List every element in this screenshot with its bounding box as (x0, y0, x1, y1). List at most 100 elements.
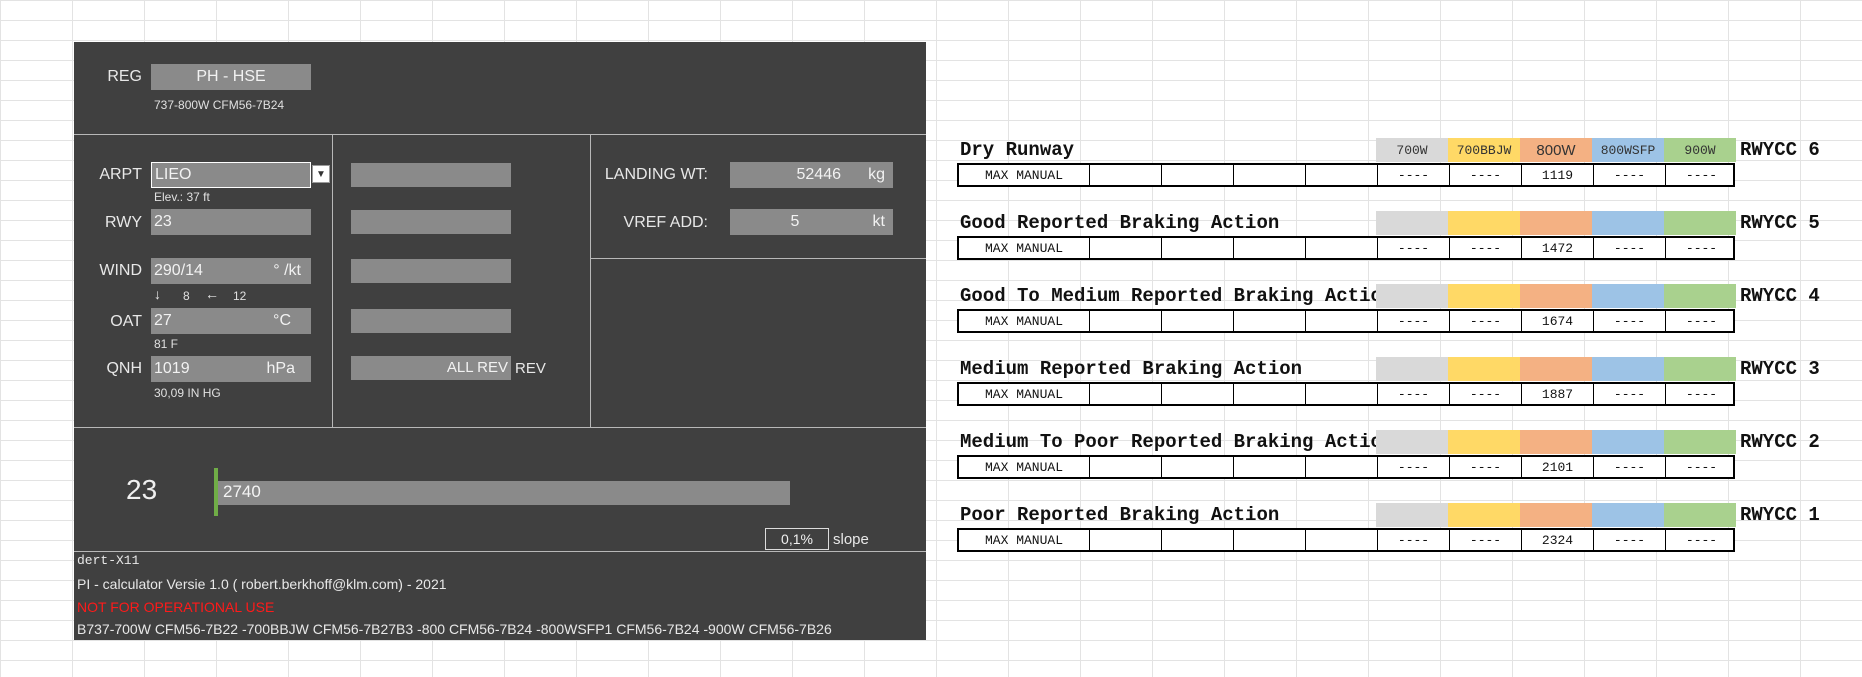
landing-distance-value: ---- (1449, 238, 1521, 258)
qnh-label: QNH (106, 360, 142, 377)
landing-weight-input[interactable]: 52446 kg (730, 162, 893, 188)
landing-distance-value: ---- (1449, 530, 1521, 550)
variant-color-swatch (1376, 211, 1448, 235)
divider (74, 427, 926, 428)
variant-color-swatch (1448, 503, 1520, 527)
condition-title: Dry Runway (960, 139, 1075, 161)
rwycc-code: RWYCC 1 (1740, 504, 1820, 526)
arpt-value: LIEO (155, 166, 192, 183)
empty-cell (1089, 457, 1161, 477)
empty-cell (1161, 457, 1233, 477)
table-row: MAX MANUAL ---- ---- 2324 ---- ---- (957, 528, 1735, 552)
variant-color-swatch (1376, 357, 1448, 381)
empty-cell (1233, 530, 1305, 550)
reg-value: PH - HSE (196, 68, 266, 85)
empty-cell (1305, 384, 1377, 404)
blank-field[interactable] (351, 210, 511, 234)
wind-value: 290/14 (154, 262, 203, 279)
slope-value: 0,1% (781, 531, 813, 547)
landing-distance-value: 1887 (1521, 384, 1593, 404)
rwy-input[interactable]: 23 (151, 209, 311, 235)
crosswind-arrow-icon: ← (205, 286, 219, 302)
empty-cell (1305, 238, 1377, 258)
blank-field[interactable] (351, 163, 511, 187)
empty-cell (1233, 457, 1305, 477)
variant-color-swatch (1592, 430, 1664, 454)
landing-distance-value: 2101 (1521, 457, 1593, 477)
variant-color-swatch (1520, 211, 1592, 235)
arpt-input[interactable]: LIEO (151, 162, 311, 188)
empty-cell (1233, 384, 1305, 404)
condition-title: Poor Reported Braking Action (960, 504, 1280, 526)
variant-color-swatch (1520, 503, 1592, 527)
rwycc-code: RWYCC 2 (1740, 431, 1820, 453)
variant-header: 700W (1396, 143, 1428, 158)
rwycc-code: RWYCC 6 (1740, 139, 1820, 161)
variant-color-swatch (1520, 284, 1592, 308)
blank-field[interactable] (351, 309, 511, 333)
landing-distance-value: ---- (1449, 457, 1521, 477)
landing-distance-value: ---- (1449, 311, 1521, 331)
wind-label: WIND (99, 262, 142, 279)
condition-title: Good Reported Braking Action (960, 212, 1280, 234)
headwind-arrow-icon: ↓ (154, 286, 161, 302)
vref-add-input[interactable]: 5 kt (730, 209, 893, 235)
qnh-input[interactable]: 1019 hPa (151, 356, 311, 382)
blank-field[interactable] (351, 259, 511, 283)
vref-add-value: 5 (790, 213, 800, 230)
elevation: Elev.: 37 ft (154, 190, 210, 204)
variant-color-swatch (1376, 430, 1448, 454)
divider (591, 258, 926, 259)
variant-color-swatch (1592, 211, 1664, 235)
reg-label: REG (107, 68, 142, 85)
variant-color-swatch (1448, 211, 1520, 235)
brake-setting-label: MAX MANUAL (984, 460, 1063, 475)
oat-input[interactable]: 27 °C (151, 308, 311, 334)
variant-color-swatch (1592, 503, 1664, 527)
empty-cell (1089, 530, 1161, 550)
rwycc-code: RWYCC 4 (1740, 285, 1820, 307)
variant-header: 900W (1684, 143, 1716, 158)
landing-distance-value: ---- (1377, 311, 1449, 331)
table-row: MAX MANUAL ---- ---- 1887 ---- ---- (957, 382, 1735, 406)
landing-distance-value: ---- (1665, 384, 1737, 404)
empty-cell (1161, 384, 1233, 404)
landing-weight-label: LANDING WT: (604, 166, 708, 183)
wind-unit: ° /kt (273, 262, 301, 279)
variant-color-swatch (1520, 357, 1592, 381)
landing-distance-value: ---- (1377, 238, 1449, 258)
landing-weight-unit: kg (868, 166, 885, 183)
wind-input[interactable]: 290/14 ° /kt (151, 258, 311, 284)
variant-list: B737-700W CFM56-7B22 -700BBJW CFM56-7B27… (77, 621, 832, 637)
divider (332, 135, 333, 427)
empty-cell (1161, 238, 1233, 258)
table-row: MAX MANUAL ---- ---- 1472 ---- ---- (957, 236, 1735, 260)
variant-color-swatch (1664, 211, 1736, 235)
landing-distance-value: 2324 (1521, 530, 1593, 550)
brake-setting-label: MAX MANUAL (984, 533, 1063, 548)
landing-distance-value: ---- (1593, 238, 1665, 258)
variant-color-swatch (1592, 357, 1664, 381)
reverser-field[interactable]: ALL REV (351, 356, 511, 380)
qnh-unit: hPa (266, 360, 295, 377)
rwycc-code: RWYCC 3 (1740, 358, 1820, 380)
landing-distance-value: ---- (1449, 384, 1521, 404)
empty-cell (1305, 530, 1377, 550)
brake-setting-label: MAX MANUAL (984, 314, 1063, 329)
reg-field[interactable]: PH - HSE (151, 64, 311, 90)
landing-distance-value: ---- (1665, 530, 1737, 550)
variant-color-swatch (1448, 357, 1520, 381)
rwy-label: RWY (104, 214, 142, 231)
variant-header: 700BBJW (1456, 143, 1512, 158)
landing-distance-value: ---- (1665, 457, 1737, 477)
variant-color-swatch (1664, 503, 1736, 527)
empty-cell (1233, 311, 1305, 331)
landing-weight-value: 52446 (796, 166, 842, 183)
landing-distance-value: 1674 (1521, 311, 1593, 331)
qnh-inhg: 30,09 IN HG (154, 386, 221, 400)
dropdown-arrow-icon[interactable]: ▼ (312, 165, 330, 183)
landing-distance-value: ---- (1665, 311, 1737, 331)
slope-field[interactable]: 0,1% (765, 528, 829, 550)
table-row: MAX MANUAL ---- ---- 1119 ---- ---- (957, 163, 1735, 187)
empty-cell (1305, 311, 1377, 331)
